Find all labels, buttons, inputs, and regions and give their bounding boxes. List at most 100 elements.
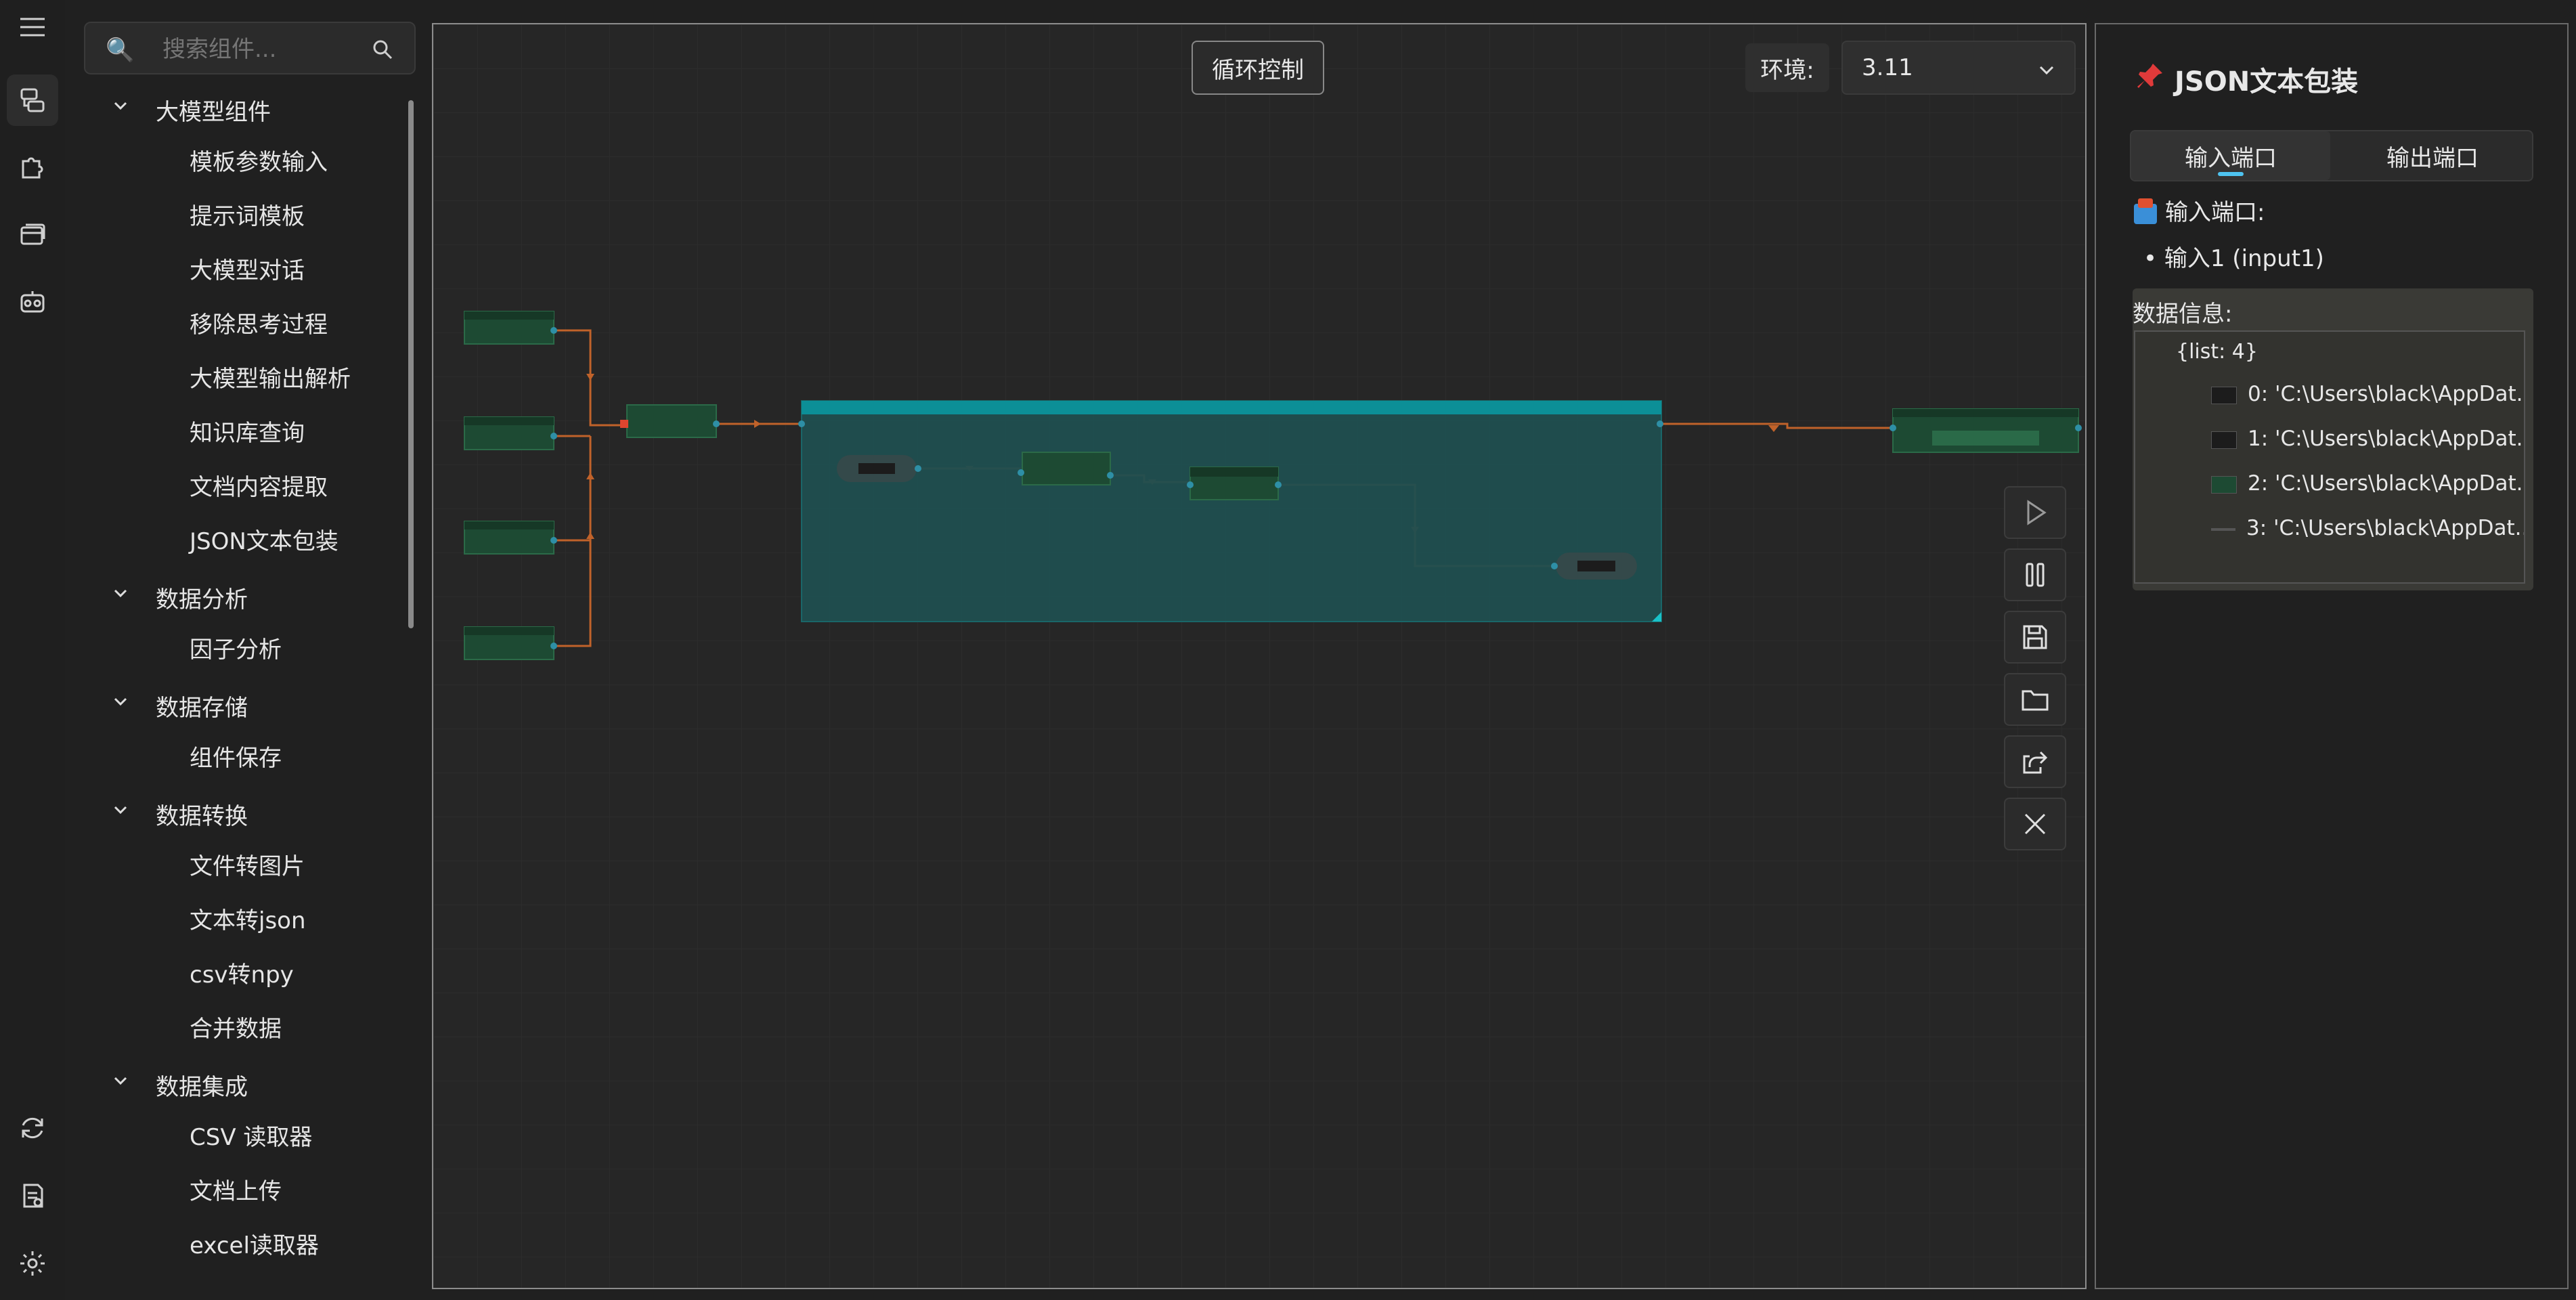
port-error bbox=[620, 420, 628, 428]
chevron-down-icon bbox=[114, 589, 127, 598]
data-tree-row[interactable]: 0: 'C:\Users\black\AppDat... bbox=[2211, 382, 2525, 406]
port bbox=[550, 327, 557, 334]
arrow-marker bbox=[586, 532, 594, 539]
tab-active-indicator bbox=[2218, 172, 2244, 176]
save-button[interactable] bbox=[2004, 611, 2066, 664]
tree-item[interactable]: CSV 读取器 bbox=[190, 1110, 312, 1165]
run-button[interactable] bbox=[2004, 486, 2066, 539]
tree-item[interactable]: JSON文本包装 bbox=[190, 515, 339, 569]
input-port-item: • 输入1 (input1) bbox=[2143, 245, 2324, 272]
robot-icon[interactable] bbox=[7, 276, 58, 328]
edge bbox=[552, 540, 592, 647]
env-select[interactable]: 3.11 bbox=[1841, 41, 2076, 95]
category-label: 数据存储 bbox=[156, 695, 248, 722]
env-select-value: 3.11 bbox=[1862, 54, 1913, 81]
source-nodes bbox=[464, 311, 554, 660]
close-canvas-button[interactable] bbox=[2004, 798, 2066, 850]
arrow-marker bbox=[1768, 425, 1779, 432]
tab-output-ports[interactable]: 输出端口 bbox=[2333, 131, 2532, 180]
arrow-marker bbox=[586, 374, 594, 381]
workflow-canvas[interactable]: 循环控制 环境: 3.11 bbox=[432, 23, 2087, 1289]
tree-item[interactable]: 提示词模板 bbox=[190, 190, 305, 244]
edge bbox=[552, 436, 592, 542]
refresh-icon[interactable] bbox=[7, 1102, 58, 1154]
tree-item[interactable]: 移除思考过程 bbox=[190, 298, 328, 352]
port bbox=[1657, 420, 1663, 427]
inbox-icon bbox=[2134, 198, 2157, 224]
data-tree-row[interactable]: 2: 'C:\Users\black\AppDat... bbox=[2211, 471, 2524, 496]
data-tree-root[interactable]: {list: 4} bbox=[2176, 340, 2258, 364]
menu-icon[interactable] bbox=[7, 1, 58, 53]
log-icon[interactable] bbox=[7, 1170, 58, 1221]
open-folder-button[interactable] bbox=[2004, 673, 2066, 726]
port bbox=[1018, 469, 1024, 476]
search-box[interactable]: 🔍 bbox=[84, 22, 416, 74]
activity-bar bbox=[0, 0, 65, 1300]
tree-category-storage[interactable]: 数据存储 bbox=[65, 677, 410, 731]
search-icon[interactable] bbox=[371, 38, 394, 61]
tree-item[interactable]: 大模型输出解析 bbox=[190, 352, 351, 406]
tree-category-transform[interactable]: 数据转换 bbox=[65, 785, 410, 840]
pause-button[interactable] bbox=[2004, 548, 2066, 601]
data-tree-row[interactable]: 3: 'C:\Users\black\AppDat... bbox=[2211, 516, 2524, 540]
settings-icon[interactable] bbox=[7, 1238, 58, 1289]
tab-input-ports[interactable]: 输入端口 bbox=[2131, 131, 2330, 180]
search-input[interactable] bbox=[161, 31, 367, 68]
share-icon bbox=[2023, 751, 2048, 774]
tree-scrollbar[interactable] bbox=[408, 100, 414, 628]
port bbox=[1551, 563, 1558, 569]
folder-icon bbox=[2022, 690, 2049, 711]
tree-item[interactable]: csv转npy bbox=[190, 948, 294, 1002]
env-label: 环境: bbox=[1745, 43, 1829, 92]
data-row-text: 0: 'C:\Users\black\AppDat... bbox=[2248, 382, 2525, 406]
port bbox=[550, 537, 557, 544]
tree-item[interactable]: 文本转json bbox=[190, 894, 306, 948]
chevron-down-icon bbox=[114, 102, 127, 110]
tree-category-llm[interactable]: 大模型组件 bbox=[65, 81, 410, 135]
input-ports-heading-text: 输入端口: bbox=[2165, 199, 2265, 226]
tree-category-analysis[interactable]: 数据分析 bbox=[65, 569, 410, 623]
data-tree[interactable]: {list: 4} 0: 'C:\Users\black\AppDat... 1… bbox=[2134, 330, 2525, 584]
data-tree-row[interactable]: 1: 'C:\Users\black\AppDat... bbox=[2211, 427, 2524, 451]
tree-item[interactable]: 知识库查询 bbox=[190, 406, 305, 460]
tree-item[interactable]: 文档内容提取 bbox=[190, 460, 328, 515]
image-thumbnail-icon bbox=[2211, 431, 2237, 449]
loop-inner-node[interactable] bbox=[1022, 452, 1111, 485]
tab-label: 输出端口 bbox=[2386, 144, 2479, 172]
port bbox=[798, 420, 805, 427]
tree-item[interactable]: 模板参数输入 bbox=[190, 135, 328, 190]
tree-item[interactable]: excel读取器 bbox=[190, 1219, 319, 1273]
port bbox=[550, 433, 557, 439]
tree-item[interactable]: 文档上传 bbox=[190, 1165, 282, 1219]
loop-group[interactable] bbox=[801, 400, 1662, 622]
node-header bbox=[464, 311, 554, 320]
node-header bbox=[464, 417, 554, 425]
merge-node[interactable] bbox=[626, 404, 717, 438]
category-label: 数据集成 bbox=[156, 1074, 248, 1101]
properties-panel: JSON文本包装 输入端口 输出端口 输入端口: • 输入1 (input1) … bbox=[2095, 23, 2569, 1289]
category-label: 数据转换 bbox=[156, 803, 248, 830]
component-tree: 大模型组件 模板参数输入 提示词模板 大模型对话 移除思考过程 大模型输出解析 … bbox=[65, 81, 410, 1300]
node-header bbox=[1190, 467, 1278, 477]
arrow-marker bbox=[754, 420, 761, 428]
tree-item[interactable]: 组件保存 bbox=[190, 731, 282, 785]
workflow-icon[interactable] bbox=[7, 74, 58, 126]
tree-item[interactable]: 因子分析 bbox=[190, 623, 282, 677]
image-thumbnail-icon bbox=[2211, 386, 2237, 404]
export-button[interactable] bbox=[2004, 735, 2066, 788]
pause-icon bbox=[2026, 563, 2045, 587]
tree-item[interactable]: 大模型对话 bbox=[190, 244, 305, 298]
loop-control-button[interactable]: 循环控制 bbox=[1192, 41, 1324, 95]
tree-category-integration[interactable]: 数据集成 bbox=[65, 1056, 410, 1110]
tree-item[interactable]: 文件转图片 bbox=[190, 840, 305, 894]
arrow-marker bbox=[586, 473, 594, 479]
port bbox=[1890, 425, 1896, 431]
play-icon bbox=[2027, 500, 2047, 525]
image-thumbnail-icon bbox=[2211, 527, 2235, 531]
input-ports-heading: 输入端口: bbox=[2134, 194, 2265, 227]
window-stack-icon[interactable] bbox=[7, 209, 58, 260]
plugin-icon[interactable] bbox=[7, 141, 58, 192]
data-info-box: 数据信息: {list: 4} 0: 'C:\Users\black\AppDa… bbox=[2133, 288, 2533, 590]
tree-item[interactable]: 合并数据 bbox=[190, 1002, 282, 1056]
panel-title: JSON文本包装 bbox=[2175, 66, 2359, 98]
